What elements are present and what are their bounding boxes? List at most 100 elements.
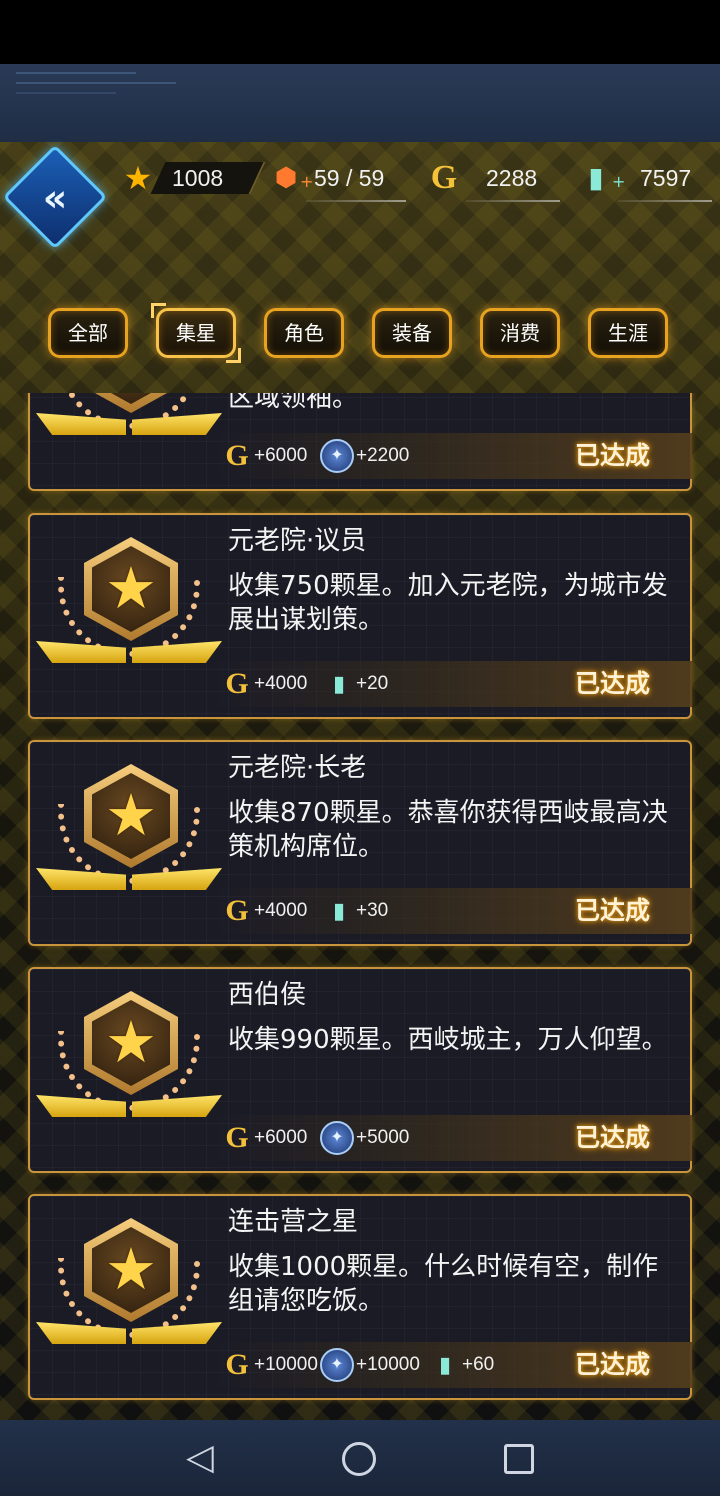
- achievement-title: 西伯侯: [228, 980, 307, 1010]
- star-count: 1008: [172, 165, 224, 191]
- achievement-card: ★ 元老院·长老 收集870颗星。恭喜你获得西岐最高决策机构席位。 G +400…: [28, 740, 692, 946]
- reward-gem: ✦ +2200: [320, 437, 409, 475]
- reward-gold: G +6000: [222, 437, 307, 475]
- tab-collect-stars[interactable]: 集星: [151, 303, 241, 363]
- completed-status: 已达成: [574, 441, 650, 470]
- achievement-title: 元老院·长老: [228, 753, 367, 783]
- reward-cell: ▮ +30: [324, 892, 388, 930]
- achievement-title: 连击营之星: [228, 1207, 359, 1237]
- badge-star-icon: ★: [105, 1235, 157, 1303]
- completed-status: 已达成: [574, 669, 650, 698]
- gold-icon: G: [430, 159, 458, 196]
- star-badge-emblem: ★: [36, 1218, 222, 1348]
- gold-icon: G: [225, 439, 249, 472]
- badge-star-icon: ★: [105, 1008, 157, 1076]
- achievement-description: 收集990颗星。西岐城主，万人仰望。: [228, 1025, 668, 1055]
- achievement-list[interactable]: ★ 区域领袖。 G +6000 ✦ +2200 已达成: [0, 393, 720, 1413]
- add-cell-icon[interactable]: +: [612, 172, 625, 191]
- achievement-description: 收集750颗星。加入元老院，为城市发展出谋划策。: [228, 571, 668, 635]
- achievement-title: 元老院·议员: [228, 526, 367, 556]
- star-icon: ★: [123, 159, 153, 197]
- star-badge-emblem: ★: [36, 537, 222, 667]
- decor-line: [16, 82, 176, 84]
- achievement-description: 收集1000颗星。什么时候有空，制作组请您吃饭。: [228, 1252, 659, 1316]
- gold-count: 2288: [486, 165, 538, 191]
- add-energy-icon[interactable]: +: [300, 172, 313, 191]
- star-badge-emblem: ★: [36, 991, 222, 1121]
- reward-value: +20: [356, 673, 389, 694]
- reward-gold: G +4000: [222, 892, 307, 930]
- gem-icon: ✦: [320, 1348, 354, 1382]
- reward-cell: ▮ +60: [430, 1346, 494, 1384]
- nav-recents-icon[interactable]: [504, 1444, 534, 1474]
- nav-back-icon[interactable]: ◁: [180, 1438, 220, 1478]
- divider: [466, 200, 560, 202]
- star-badge-emblem: ★: [36, 393, 222, 439]
- tab-all[interactable]: 全部: [48, 308, 128, 358]
- divider: [618, 200, 712, 202]
- badge-star-icon: ★: [105, 781, 157, 849]
- reward-gold: G +10000: [222, 1346, 318, 1384]
- decor-line: [16, 72, 136, 74]
- energy-counter[interactable]: ⬢ + 59 / 59: [268, 158, 408, 202]
- reward-value: +10000: [254, 1354, 318, 1375]
- gem-icon: ✦: [320, 1121, 354, 1155]
- cell-counter[interactable]: ▮ + 7597: [578, 158, 712, 202]
- reward-gold: G +6000: [222, 1119, 307, 1157]
- completed-status: 已达成: [574, 1350, 650, 1379]
- battery-cell-icon: ▮: [332, 898, 346, 923]
- reward-value: +2200: [356, 445, 410, 466]
- achievement-description: 区域领袖。: [228, 393, 359, 413]
- decor-line: [16, 92, 116, 94]
- status-bar: [0, 0, 720, 64]
- star-counter: ★ 1008: [120, 158, 266, 198]
- battery-cell-icon: ▮: [332, 671, 346, 696]
- energy-count: 59 / 59: [314, 165, 385, 191]
- achievement-card: ★ 连击营之星 收集1000颗星。什么时候有空，制作组请您吃饭。 G +1000…: [28, 1194, 692, 1400]
- reward-gold: G +4000: [222, 665, 307, 703]
- reward-value: +10000: [356, 1354, 420, 1375]
- reward-cell: ▮ +20: [324, 665, 388, 703]
- reward-gem: ✦ +5000: [320, 1119, 409, 1157]
- cell-count: 7597: [640, 165, 692, 191]
- reward-value: +4000: [254, 673, 308, 694]
- tab-spending[interactable]: 消费: [480, 308, 560, 358]
- achievement-description: 收集870颗星。恭喜你获得西岐最高决策机构席位。: [228, 798, 668, 862]
- achievement-card: ★ 西伯侯 收集990颗星。西岐城主，万人仰望。 G +6000 ✦ +5000…: [28, 967, 692, 1173]
- reward-value: +6000: [254, 445, 308, 466]
- completed-status: 已达成: [574, 1123, 650, 1152]
- top-decor-strip: [0, 64, 720, 142]
- gold-counter: G 2288: [426, 158, 560, 202]
- game-screen: « ★ 1008 ⬢ + 59 / 59 G 2288 ▮ + 7597 全部 …: [0, 0, 720, 1496]
- star-badge-emblem: ★: [36, 764, 222, 894]
- energy-icon: ⬢: [274, 163, 298, 193]
- reward-bar: G +10000 ✦ +10000 ▮ +60 已达成: [214, 1342, 692, 1388]
- gold-icon: G: [225, 667, 249, 700]
- nav-home-icon[interactable]: [342, 1442, 376, 1476]
- reward-bar: G +6000 ✦ +2200 已达成: [214, 433, 692, 479]
- reward-value: +60: [462, 1354, 495, 1375]
- gold-icon: G: [225, 894, 249, 927]
- gold-icon: G: [225, 1348, 249, 1381]
- reward-value: +6000: [254, 1127, 308, 1148]
- reward-bar: G +6000 ✦ +5000 已达成: [214, 1115, 692, 1161]
- reward-value: +5000: [356, 1127, 410, 1148]
- reward-value: +4000: [254, 900, 308, 921]
- completed-status: 已达成: [574, 896, 650, 925]
- system-navigation-bar: ◁: [0, 1420, 720, 1496]
- achievement-card: ★ 区域领袖。 G +6000 ✦ +2200 已达成: [28, 393, 692, 491]
- reward-value: +30: [356, 900, 389, 921]
- badge-star-icon: ★: [105, 554, 157, 622]
- reward-bar: G +4000 ▮ +30 已达成: [214, 888, 692, 934]
- divider: [306, 200, 406, 202]
- gold-icon: G: [225, 1121, 249, 1154]
- battery-cell-icon: ▮: [438, 1352, 452, 1377]
- battery-cell-icon: ▮: [588, 161, 604, 194]
- double-chevron-left-icon[interactable]: «: [28, 178, 82, 218]
- reward-gem: ✦ +10000: [320, 1346, 420, 1384]
- reward-bar: G +4000 ▮ +20 已达成: [214, 661, 692, 707]
- achievement-card: ★ 元老院·议员 收集750颗星。加入元老院，为城市发展出谋划策。 G +400…: [28, 513, 692, 719]
- tab-characters[interactable]: 角色: [264, 308, 344, 358]
- tab-equipment[interactable]: 装备: [372, 308, 452, 358]
- tab-career[interactable]: 生涯: [588, 308, 668, 358]
